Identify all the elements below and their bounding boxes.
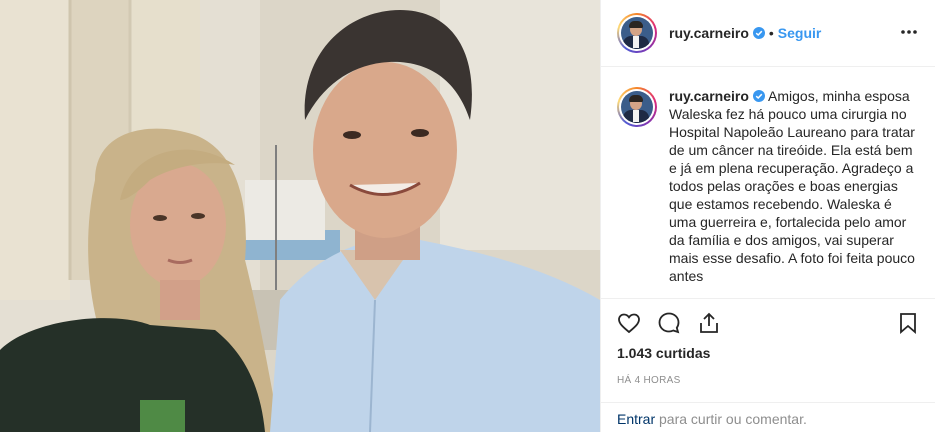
caption-verified-badge-icon: [752, 90, 765, 102]
caption-username-link[interactable]: ruy.carneiro: [669, 88, 749, 104]
username-link[interactable]: ruy.carneiro: [669, 25, 749, 41]
avatar[interactable]: [617, 13, 657, 53]
login-prompt-text: para curtir ou comentar.: [655, 411, 807, 427]
caption-avatar[interactable]: [617, 87, 657, 127]
comment-icon[interactable]: [657, 311, 681, 335]
selfie-photo-illustration: [0, 0, 600, 432]
login-link[interactable]: Entrar: [617, 411, 655, 427]
post-photo[interactable]: [0, 0, 600, 432]
heart-icon[interactable]: [617, 311, 641, 335]
action-bar: [617, 299, 920, 347]
share-icon[interactable]: [697, 311, 721, 335]
login-prompt: Entrar para curtir ou comentar.: [601, 402, 935, 432]
bookmark-icon[interactable]: [896, 311, 920, 335]
post-caption: ruy.carneiro Amigos, minha esposa Walesk…: [669, 87, 919, 297]
post-timestamp[interactable]: HÁ 4 HORAS: [617, 375, 920, 386]
separator-dot: •: [768, 25, 774, 41]
caption-area: ruy.carneiro Amigos, minha esposa Walesk…: [601, 67, 935, 297]
post-details-panel: ruy.carneiro • Seguir ruy.carneiro Amigo…: [600, 0, 935, 432]
likes-count[interactable]: 1.043 curtidas: [617, 345, 920, 361]
post-actions-area: 1.043 curtidas HÁ 4 HORAS: [601, 298, 935, 386]
more-options-icon[interactable]: [899, 22, 919, 42]
post-header: ruy.carneiro • Seguir: [601, 0, 935, 67]
follow-button[interactable]: Seguir: [778, 25, 822, 41]
caption-text: Amigos, minha esposa Waleska fez há pouc…: [669, 88, 915, 284]
verified-badge-icon: [752, 27, 765, 39]
instagram-post: ruy.carneiro • Seguir ruy.carneiro Amigo…: [0, 0, 935, 432]
